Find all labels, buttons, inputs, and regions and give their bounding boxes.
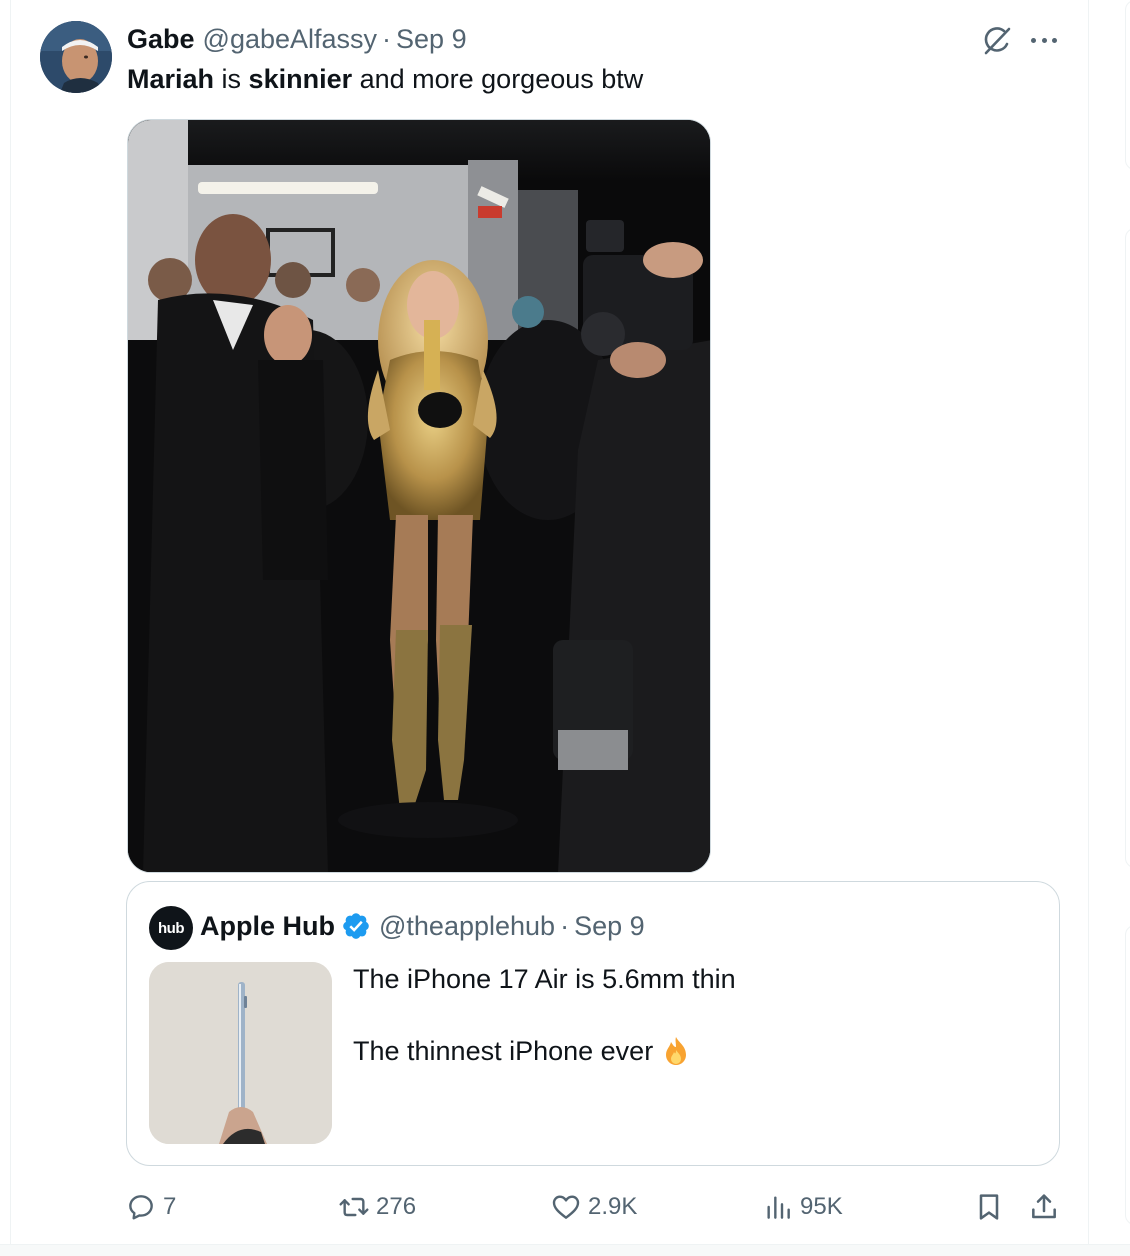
tweet-text-bold-1: Mariah (127, 64, 215, 94)
quoted-tweet-date[interactable]: Sep 9 (574, 911, 645, 942)
fire-icon (666, 1037, 687, 1065)
quoted-tweet-line-2: The thinnest iPhone ever (353, 1034, 693, 1068)
tweet-text-bold-2: skinnier (248, 64, 353, 94)
verified-badge-icon (343, 913, 369, 939)
quoted-author-name[interactable]: Apple Hub (200, 911, 335, 942)
quoted-author-avatar[interactable]: hub (149, 906, 193, 950)
tweet-action-bar: 7 276 2.9K 95K (0, 1186, 1130, 1228)
quoted-tweet-line-1: The iPhone 17 Air is 5.6mm thin (353, 964, 736, 994)
tweet-date[interactable]: Sep 9 (396, 24, 467, 55)
quoted-tweet-line-2-text: The thinnest iPhone ever (353, 1036, 654, 1066)
views-icon (767, 1196, 790, 1219)
bookmark-icon (979, 1194, 999, 1220)
view-count: 95K (800, 1193, 843, 1220)
tweet-photo[interactable] (127, 119, 711, 873)
quoted-tweet-header: Apple Hub @theapplehub · Sep 9 (200, 908, 645, 944)
reply-button[interactable]: 7 (125, 1186, 176, 1228)
reply-count: 7 (163, 1193, 177, 1220)
like-count: 2.9K (588, 1193, 638, 1220)
sidebar-card (1125, 925, 1130, 1225)
views-button[interactable]: 95K (762, 1186, 843, 1228)
reply-icon (129, 1195, 153, 1220)
sidebar-card (1125, 0, 1130, 170)
bookmark-button[interactable] (973, 1186, 1005, 1228)
author-name[interactable]: Gabe (127, 24, 195, 55)
separator-dot: · (560, 910, 570, 941)
column-border-right (1088, 0, 1089, 1246)
column-border-left (10, 0, 11, 1246)
quoted-author-handle[interactable]: @theapplehub (379, 911, 555, 942)
grok-icon[interactable] (980, 24, 1014, 58)
author-handle[interactable]: @gabeAlfassy (203, 24, 378, 55)
tweet-header: Gabe @gabeAlfassy · Sep 9 (127, 22, 467, 56)
heart-icon (552, 1195, 580, 1219)
more-icon[interactable] (1030, 28, 1058, 52)
tweet-text-part-2: is (214, 64, 249, 94)
tweet-text-part-4: and more gorgeous btw (352, 64, 644, 94)
bottom-divider (0, 1244, 1130, 1256)
quoted-tweet[interactable]: hub Apple Hub @theapplehub · Sep 9 The i… (126, 881, 1060, 1166)
quoted-tweet-thumbnail[interactable] (149, 962, 332, 1144)
like-button[interactable]: 2.9K (550, 1186, 637, 1228)
share-button[interactable] (1028, 1186, 1060, 1228)
author-avatar[interactable] (40, 21, 112, 93)
repost-button[interactable]: 276 (338, 1186, 416, 1228)
separator-dot: · (382, 23, 392, 54)
sidebar-card (1125, 228, 1130, 868)
share-icon (1032, 1194, 1056, 1219)
repost-icon (339, 1197, 369, 1217)
tweet-text: Mariah is skinnier and more gorgeous btw (127, 61, 643, 97)
repost-count: 276 (376, 1193, 417, 1220)
